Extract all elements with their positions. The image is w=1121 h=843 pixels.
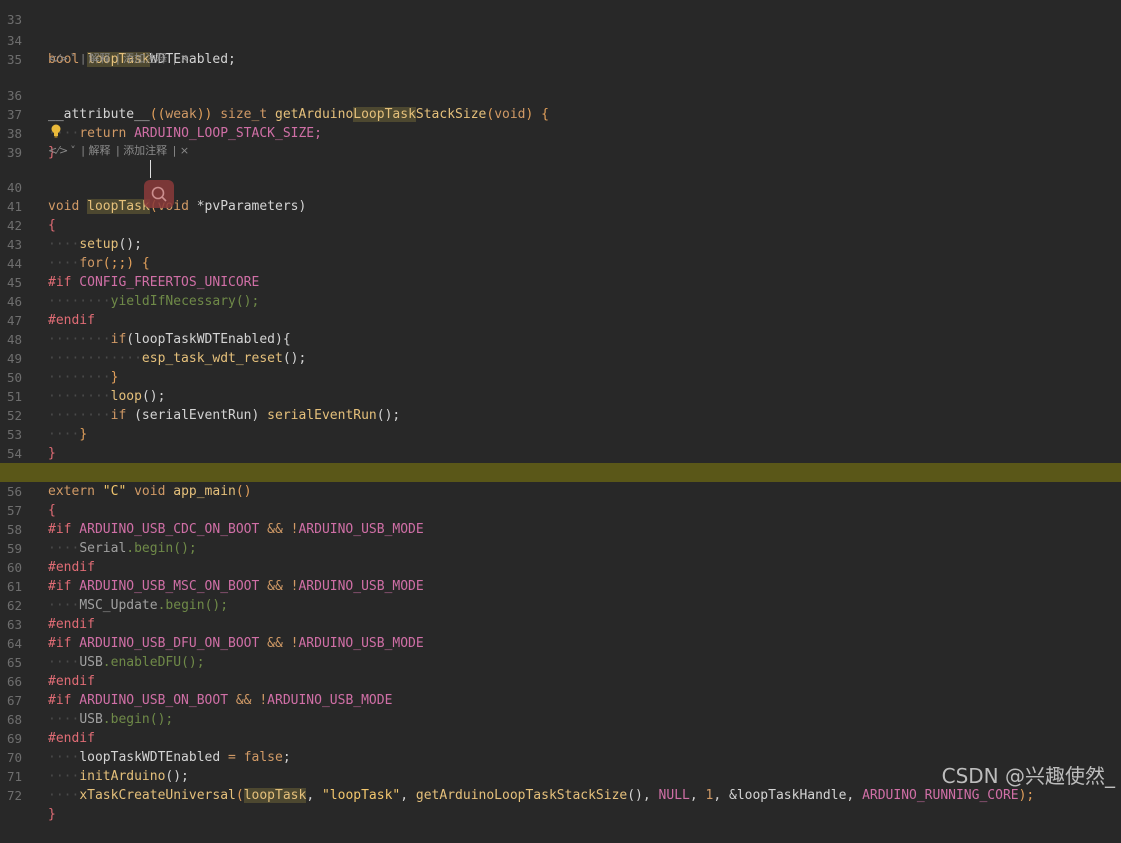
code-line[interactable]: 52 ····} (0, 387, 1121, 442)
code-line[interactable]: 48 ············esp_task_wdt_reset(); (0, 311, 1121, 366)
code-line[interactable]: 51 ········if (serialEventRun) serialEve… (0, 368, 1121, 423)
lightbulb-icon[interactable] (50, 124, 62, 138)
code-line[interactable]: 55 extern "C" void app_main() (0, 444, 1121, 499)
match-token: loopTask (243, 788, 307, 803)
punct-token: , (306, 788, 322, 803)
code-line[interactable]: 42 ····setup(); (0, 197, 1121, 252)
code-line[interactable]: 65 #endif (0, 634, 1121, 689)
function-token: xTaskCreateUniversal (79, 788, 236, 803)
punct-token: (), (627, 788, 659, 803)
code-line[interactable]: 49 ········} (0, 330, 1121, 385)
punct-token: , (846, 788, 863, 803)
code-line[interactable]: 47 ········if(loopTaskWDTEnabled){ (0, 292, 1121, 347)
code-line[interactable]: 66 #if ARDUINO_USB_ON_BOOT && !ARDUINO_U… (0, 653, 1121, 708)
punct-token: , (689, 788, 706, 803)
code-line[interactable]: 54 (0, 425, 1121, 461)
add-comment-action[interactable]: 添加注释 (123, 144, 167, 157)
code-line[interactable]: 58 ····Serial.begin(); (0, 501, 1121, 556)
add-comment-action[interactable]: 添加注释 (123, 52, 167, 65)
code-line[interactable]: 35 (0, 31, 1121, 67)
code-line[interactable]: 36 __attribute__((weak)) size_t getArdui… (0, 67, 1121, 122)
code-lens: <⁄> ˅ | 解释 | 添加注释 | × (48, 144, 190, 157)
code-line[interactable]: 62 #endif (0, 577, 1121, 632)
punct-token: , (713, 788, 729, 803)
code-editor[interactable]: 33 34 bool loopTaskWDTEnabled; 35 <⁄> ˅ |… (0, 0, 1121, 822)
close-icon[interactable]: × (180, 52, 189, 65)
code-text: ····xTaskCreateUniversal(loopTask, "loop… (48, 788, 1035, 803)
chevron-down-icon[interactable]: ˅ (70, 144, 76, 157)
code-line[interactable]: 33 (0, 0, 1121, 27)
code-line[interactable]: 69 ····loopTaskWDTEnabled = false; (0, 710, 1121, 765)
code-line[interactable]: 70 ····initArduino(); (0, 729, 1121, 784)
code-line[interactable]: 38 } (0, 105, 1121, 160)
explain-action[interactable]: 解释 (88, 144, 110, 157)
code-line[interactable]: 61 ····MSC_Update.begin(); (0, 558, 1121, 613)
code-line[interactable]: 40 void loopTask(void *pvParameters) (0, 159, 1121, 214)
code-lens: <⁄> ˅ | 解释 | 添加注释 | × (48, 52, 190, 65)
code-icon[interactable]: <⁄> (48, 52, 68, 65)
string-token: "loopTask" (321, 788, 401, 803)
chevron-down-icon[interactable]: ˅ (70, 52, 76, 65)
code-line[interactable]: 43 ····for(;;) { (0, 216, 1121, 271)
code-line[interactable]: 68 #endif (0, 691, 1121, 746)
punct-token: ); (1018, 788, 1035, 803)
code-line-highlighted[interactable]: 56 { (0, 463, 1121, 518)
macro-token: NULL (658, 788, 690, 803)
code-line[interactable]: 59 #endif (0, 520, 1121, 575)
macro-token: ARDUINO_RUNNING_CORE (862, 788, 1019, 803)
text-cursor (150, 160, 151, 178)
explain-action[interactable]: 解释 (88, 52, 110, 65)
code-line[interactable]: 45 ········yieldIfNecessary(); (0, 254, 1121, 309)
code-icon[interactable]: <⁄> (48, 144, 68, 157)
line-number: 72 (6, 788, 22, 803)
code-line[interactable]: 50 ········loop(); (0, 349, 1121, 404)
code-line[interactable]: 57 #if ARDUINO_USB_CDC_ON_BOOT && !ARDUI… (0, 482, 1121, 537)
code-text: } (48, 807, 56, 822)
code-line[interactable]: 34 bool loopTaskWDTEnabled; (0, 12, 1121, 67)
code-line[interactable]: 41 { (0, 178, 1121, 233)
code-line[interactable]: 53 } (0, 406, 1121, 461)
punct-token: ( (235, 788, 244, 803)
code-line[interactable]: 46 #endif (0, 273, 1121, 328)
identifier-token: &loopTaskHandle (729, 788, 847, 803)
code-line[interactable]: 63 #if ARDUINO_USB_DFU_ON_BOOT && !ARDUI… (0, 596, 1121, 651)
watermark: CSDN @兴趣使然_ (941, 764, 1115, 788)
code-line[interactable]: 44 #if CONFIG_FREERTOS_UNICORE (0, 235, 1121, 290)
function-token: getArduinoLoopTaskStackSize (415, 788, 628, 803)
code-line[interactable]: 60 #if ARDUINO_USB_MSC_ON_BOOT && !ARDUI… (0, 539, 1121, 594)
code-line[interactable]: 39 (0, 124, 1121, 160)
punct-token: , (400, 788, 416, 803)
close-icon[interactable]: × (180, 144, 189, 157)
code-line[interactable]: 67 ····USB.begin(); (0, 672, 1121, 727)
code-line[interactable]: 37 ····return ARDUINO_LOOP_STACK_SIZE; (0, 86, 1121, 141)
code-line[interactable]: 64 ····USB.enableDFU(); (0, 615, 1121, 670)
